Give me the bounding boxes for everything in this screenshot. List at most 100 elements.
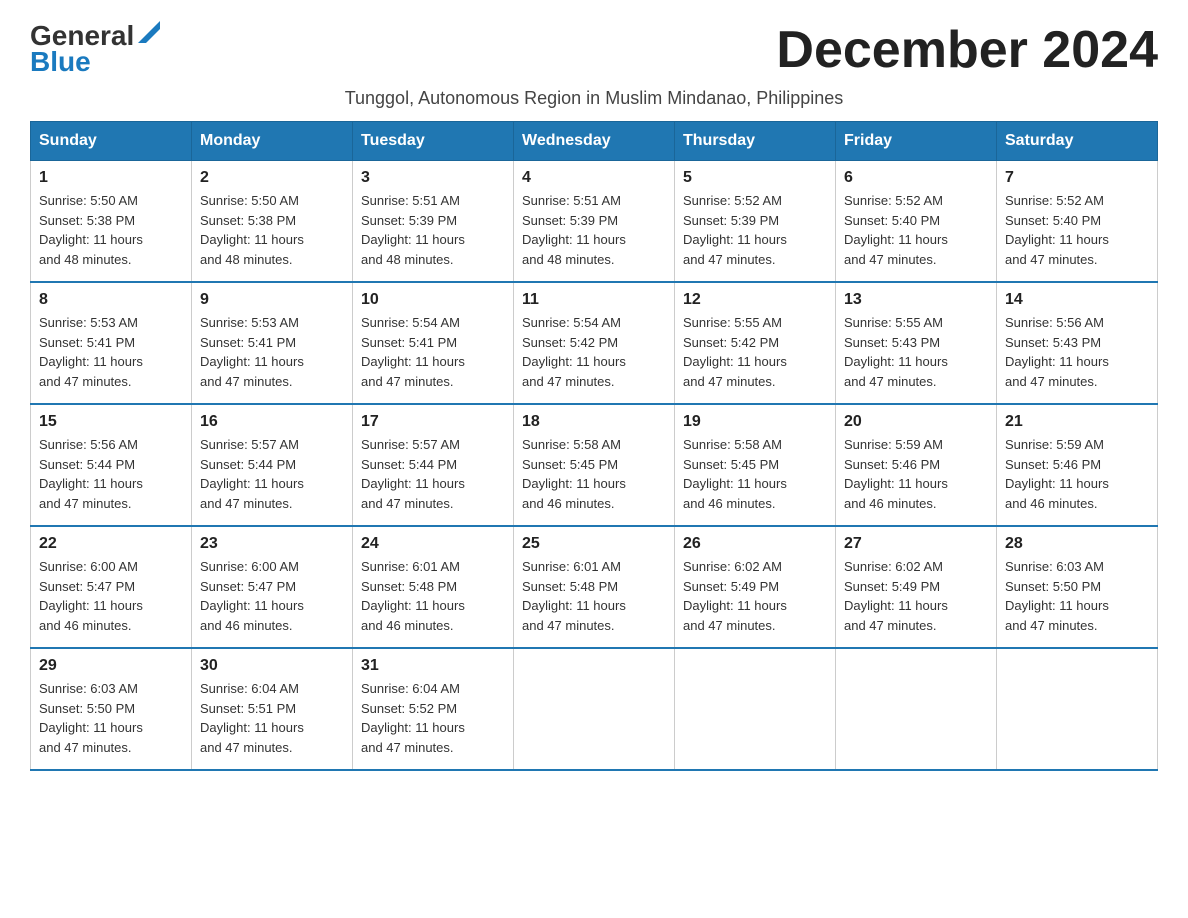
calendar-cell: 16 Sunrise: 5:57 AM Sunset: 5:44 PM Dayl… (192, 404, 353, 526)
column-header-saturday: Saturday (997, 122, 1158, 161)
column-header-wednesday: Wednesday (514, 122, 675, 161)
day-info: Sunrise: 5:58 AM Sunset: 5:45 PM Dayligh… (683, 435, 827, 513)
calendar-cell: 26 Sunrise: 6:02 AM Sunset: 5:49 PM Dayl… (675, 526, 836, 648)
calendar-cell: 13 Sunrise: 5:55 AM Sunset: 5:43 PM Dayl… (836, 282, 997, 404)
calendar-cell: 30 Sunrise: 6:04 AM Sunset: 5:51 PM Dayl… (192, 648, 353, 770)
calendar-cell: 4 Sunrise: 5:51 AM Sunset: 5:39 PM Dayli… (514, 161, 675, 283)
day-number: 1 (39, 169, 183, 187)
day-info: Sunrise: 6:02 AM Sunset: 5:49 PM Dayligh… (844, 557, 988, 635)
day-info: Sunrise: 5:52 AM Sunset: 5:39 PM Dayligh… (683, 191, 827, 269)
column-header-friday: Friday (836, 122, 997, 161)
calendar-cell: 8 Sunrise: 5:53 AM Sunset: 5:41 PM Dayli… (31, 282, 192, 404)
day-number: 31 (361, 657, 505, 675)
day-number: 18 (522, 413, 666, 431)
day-number: 8 (39, 291, 183, 309)
day-info: Sunrise: 5:56 AM Sunset: 5:43 PM Dayligh… (1005, 313, 1149, 391)
day-number: 12 (683, 291, 827, 309)
day-number: 21 (1005, 413, 1149, 431)
day-number: 10 (361, 291, 505, 309)
day-info: Sunrise: 6:03 AM Sunset: 5:50 PM Dayligh… (39, 679, 183, 757)
day-info: Sunrise: 5:59 AM Sunset: 5:46 PM Dayligh… (1005, 435, 1149, 513)
day-info: Sunrise: 5:50 AM Sunset: 5:38 PM Dayligh… (200, 191, 344, 269)
day-info: Sunrise: 6:03 AM Sunset: 5:50 PM Dayligh… (1005, 557, 1149, 635)
calendar-header-row: SundayMondayTuesdayWednesdayThursdayFrid… (31, 122, 1158, 161)
day-number: 9 (200, 291, 344, 309)
calendar-cell: 7 Sunrise: 5:52 AM Sunset: 5:40 PM Dayli… (997, 161, 1158, 283)
calendar-cell: 14 Sunrise: 5:56 AM Sunset: 5:43 PM Dayl… (997, 282, 1158, 404)
calendar-cell: 3 Sunrise: 5:51 AM Sunset: 5:39 PM Dayli… (353, 161, 514, 283)
day-number: 5 (683, 169, 827, 187)
day-number: 26 (683, 535, 827, 553)
day-number: 19 (683, 413, 827, 431)
day-number: 17 (361, 413, 505, 431)
day-info: Sunrise: 5:54 AM Sunset: 5:41 PM Dayligh… (361, 313, 505, 391)
day-info: Sunrise: 5:52 AM Sunset: 5:40 PM Dayligh… (844, 191, 988, 269)
calendar-week-row: 15 Sunrise: 5:56 AM Sunset: 5:44 PM Dayl… (31, 404, 1158, 526)
day-number: 4 (522, 169, 666, 187)
day-info: Sunrise: 6:00 AM Sunset: 5:47 PM Dayligh… (200, 557, 344, 635)
day-info: Sunrise: 5:57 AM Sunset: 5:44 PM Dayligh… (361, 435, 505, 513)
calendar-cell: 10 Sunrise: 5:54 AM Sunset: 5:41 PM Dayl… (353, 282, 514, 404)
day-number: 6 (844, 169, 988, 187)
calendar-cell: 17 Sunrise: 5:57 AM Sunset: 5:44 PM Dayl… (353, 404, 514, 526)
day-info: Sunrise: 6:04 AM Sunset: 5:52 PM Dayligh… (361, 679, 505, 757)
day-number: 16 (200, 413, 344, 431)
calendar-cell: 2 Sunrise: 5:50 AM Sunset: 5:38 PM Dayli… (192, 161, 353, 283)
day-number: 11 (522, 291, 666, 309)
day-info: Sunrise: 6:01 AM Sunset: 5:48 PM Dayligh… (361, 557, 505, 635)
day-number: 25 (522, 535, 666, 553)
calendar-cell: 31 Sunrise: 6:04 AM Sunset: 5:52 PM Dayl… (353, 648, 514, 770)
calendar-cell: 19 Sunrise: 5:58 AM Sunset: 5:45 PM Dayl… (675, 404, 836, 526)
calendar-week-row: 29 Sunrise: 6:03 AM Sunset: 5:50 PM Dayl… (31, 648, 1158, 770)
logo: General Blue (30, 20, 160, 78)
calendar-cell: 25 Sunrise: 6:01 AM Sunset: 5:48 PM Dayl… (514, 526, 675, 648)
calendar-cell: 11 Sunrise: 5:54 AM Sunset: 5:42 PM Dayl… (514, 282, 675, 404)
calendar-cell: 18 Sunrise: 5:58 AM Sunset: 5:45 PM Dayl… (514, 404, 675, 526)
day-info: Sunrise: 6:02 AM Sunset: 5:49 PM Dayligh… (683, 557, 827, 635)
day-number: 15 (39, 413, 183, 431)
page-subtitle: Tunggol, Autonomous Region in Muslim Min… (30, 88, 1158, 109)
column-header-sunday: Sunday (31, 122, 192, 161)
day-info: Sunrise: 5:53 AM Sunset: 5:41 PM Dayligh… (39, 313, 183, 391)
calendar-cell (836, 648, 997, 770)
day-info: Sunrise: 5:50 AM Sunset: 5:38 PM Dayligh… (39, 191, 183, 269)
day-number: 20 (844, 413, 988, 431)
day-number: 27 (844, 535, 988, 553)
day-number: 2 (200, 169, 344, 187)
day-number: 14 (1005, 291, 1149, 309)
calendar-cell: 21 Sunrise: 5:59 AM Sunset: 5:46 PM Dayl… (997, 404, 1158, 526)
calendar-cell: 12 Sunrise: 5:55 AM Sunset: 5:42 PM Dayl… (675, 282, 836, 404)
day-info: Sunrise: 6:00 AM Sunset: 5:47 PM Dayligh… (39, 557, 183, 635)
logo-blue-text: Blue (30, 46, 91, 78)
calendar-week-row: 1 Sunrise: 5:50 AM Sunset: 5:38 PM Dayli… (31, 161, 1158, 283)
day-info: Sunrise: 5:53 AM Sunset: 5:41 PM Dayligh… (200, 313, 344, 391)
column-header-thursday: Thursday (675, 122, 836, 161)
calendar-cell: 24 Sunrise: 6:01 AM Sunset: 5:48 PM Dayl… (353, 526, 514, 648)
day-number: 22 (39, 535, 183, 553)
day-number: 3 (361, 169, 505, 187)
day-info: Sunrise: 5:51 AM Sunset: 5:39 PM Dayligh… (522, 191, 666, 269)
column-header-tuesday: Tuesday (353, 122, 514, 161)
calendar-cell (997, 648, 1158, 770)
day-info: Sunrise: 6:04 AM Sunset: 5:51 PM Dayligh… (200, 679, 344, 757)
day-number: 29 (39, 657, 183, 675)
calendar-cell: 29 Sunrise: 6:03 AM Sunset: 5:50 PM Dayl… (31, 648, 192, 770)
day-number: 24 (361, 535, 505, 553)
header: General Blue December 2024 (30, 20, 1158, 80)
calendar-cell: 23 Sunrise: 6:00 AM Sunset: 5:47 PM Dayl… (192, 526, 353, 648)
day-info: Sunrise: 5:55 AM Sunset: 5:43 PM Dayligh… (844, 313, 988, 391)
calendar-cell: 28 Sunrise: 6:03 AM Sunset: 5:50 PM Dayl… (997, 526, 1158, 648)
calendar-week-row: 22 Sunrise: 6:00 AM Sunset: 5:47 PM Dayl… (31, 526, 1158, 648)
day-info: Sunrise: 5:56 AM Sunset: 5:44 PM Dayligh… (39, 435, 183, 513)
calendar-cell: 15 Sunrise: 5:56 AM Sunset: 5:44 PM Dayl… (31, 404, 192, 526)
column-header-monday: Monday (192, 122, 353, 161)
day-number: 13 (844, 291, 988, 309)
calendar-cell: 6 Sunrise: 5:52 AM Sunset: 5:40 PM Dayli… (836, 161, 997, 283)
day-info: Sunrise: 5:57 AM Sunset: 5:44 PM Dayligh… (200, 435, 344, 513)
day-number: 30 (200, 657, 344, 675)
page-title: December 2024 (776, 20, 1158, 80)
calendar-cell (514, 648, 675, 770)
calendar-cell: 27 Sunrise: 6:02 AM Sunset: 5:49 PM Dayl… (836, 526, 997, 648)
day-info: Sunrise: 5:59 AM Sunset: 5:46 PM Dayligh… (844, 435, 988, 513)
day-info: Sunrise: 5:55 AM Sunset: 5:42 PM Dayligh… (683, 313, 827, 391)
